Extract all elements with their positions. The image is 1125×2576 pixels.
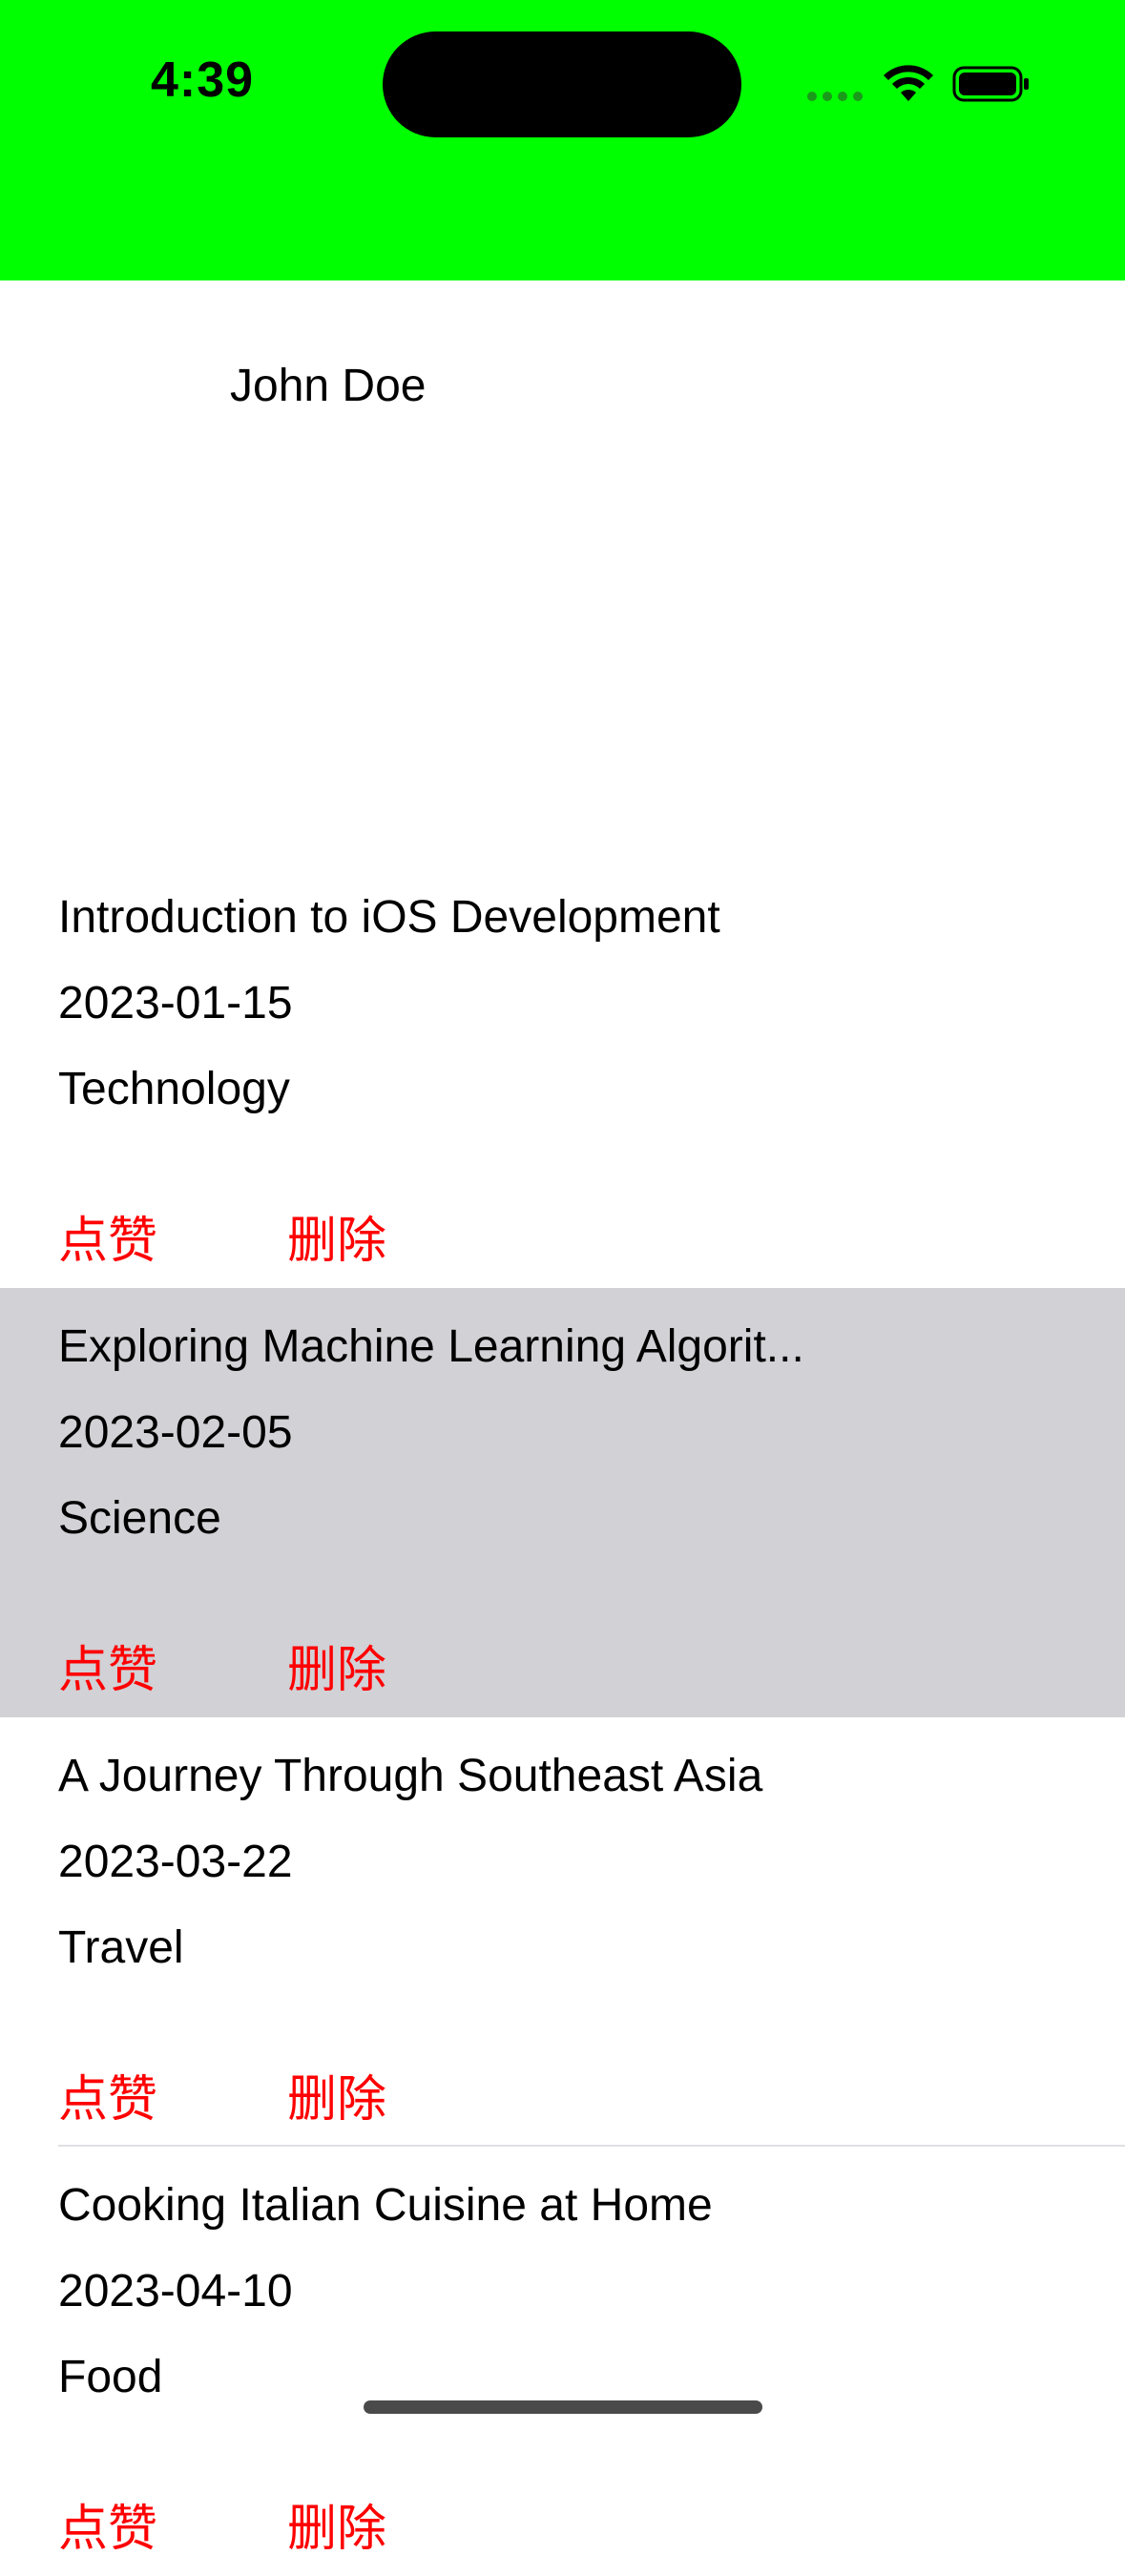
status-time: 4:39 <box>151 52 255 108</box>
dynamic-island <box>383 31 741 137</box>
article-row[interactable]: A Journey Through Southeast Asia 2023-03… <box>0 1717 1125 2147</box>
article-list: Introduction to iOS Development 2023-01-… <box>0 859 1125 2576</box>
article-category: Travel <box>58 1922 184 1973</box>
like-button[interactable]: 点赞 <box>58 1630 157 1701</box>
article-category: Science <box>58 1493 221 1544</box>
article-title: Exploring Machine Learning Algorit... <box>58 1321 804 1372</box>
article-date: 2023-01-15 <box>58 978 293 1028</box>
like-button[interactable]: 点赞 <box>58 1200 157 1272</box>
status-bar: 4:39 <box>0 0 1125 280</box>
home-indicator[interactable] <box>364 2400 762 2414</box>
article-category: Technology <box>58 1064 290 1114</box>
article-title: Cooking Italian Cuisine at Home <box>58 2180 713 2231</box>
article-date: 2023-04-10 <box>58 2266 293 2316</box>
article-row[interactable]: Cooking Italian Cuisine at Home 2023-04-… <box>0 2147 1125 2576</box>
article-title: A Journey Through Southeast Asia <box>58 1751 763 1801</box>
delete-button[interactable]: 删除 <box>287 2488 386 2560</box>
article-category: Food <box>58 2352 163 2402</box>
article-row[interactable]: Introduction to iOS Development 2023-01-… <box>0 859 1125 1288</box>
signal-icon <box>807 92 863 101</box>
delete-button[interactable]: 删除 <box>287 1200 386 1272</box>
wifi-icon <box>884 65 933 101</box>
like-button[interactable]: 点赞 <box>58 2059 157 2130</box>
article-row-selected[interactable]: Exploring Machine Learning Algorit... 20… <box>0 1288 1125 1717</box>
profile-name: John Doe <box>230 361 427 411</box>
like-button[interactable]: 点赞 <box>58 2488 157 2560</box>
article-date: 2023-03-22 <box>58 1837 293 1887</box>
battery-icon <box>952 66 1029 102</box>
delete-button[interactable]: 删除 <box>287 1630 386 1701</box>
article-title: Introduction to iOS Development <box>58 892 720 943</box>
article-date: 2023-02-05 <box>58 1407 293 1458</box>
delete-button[interactable]: 删除 <box>287 2059 386 2130</box>
